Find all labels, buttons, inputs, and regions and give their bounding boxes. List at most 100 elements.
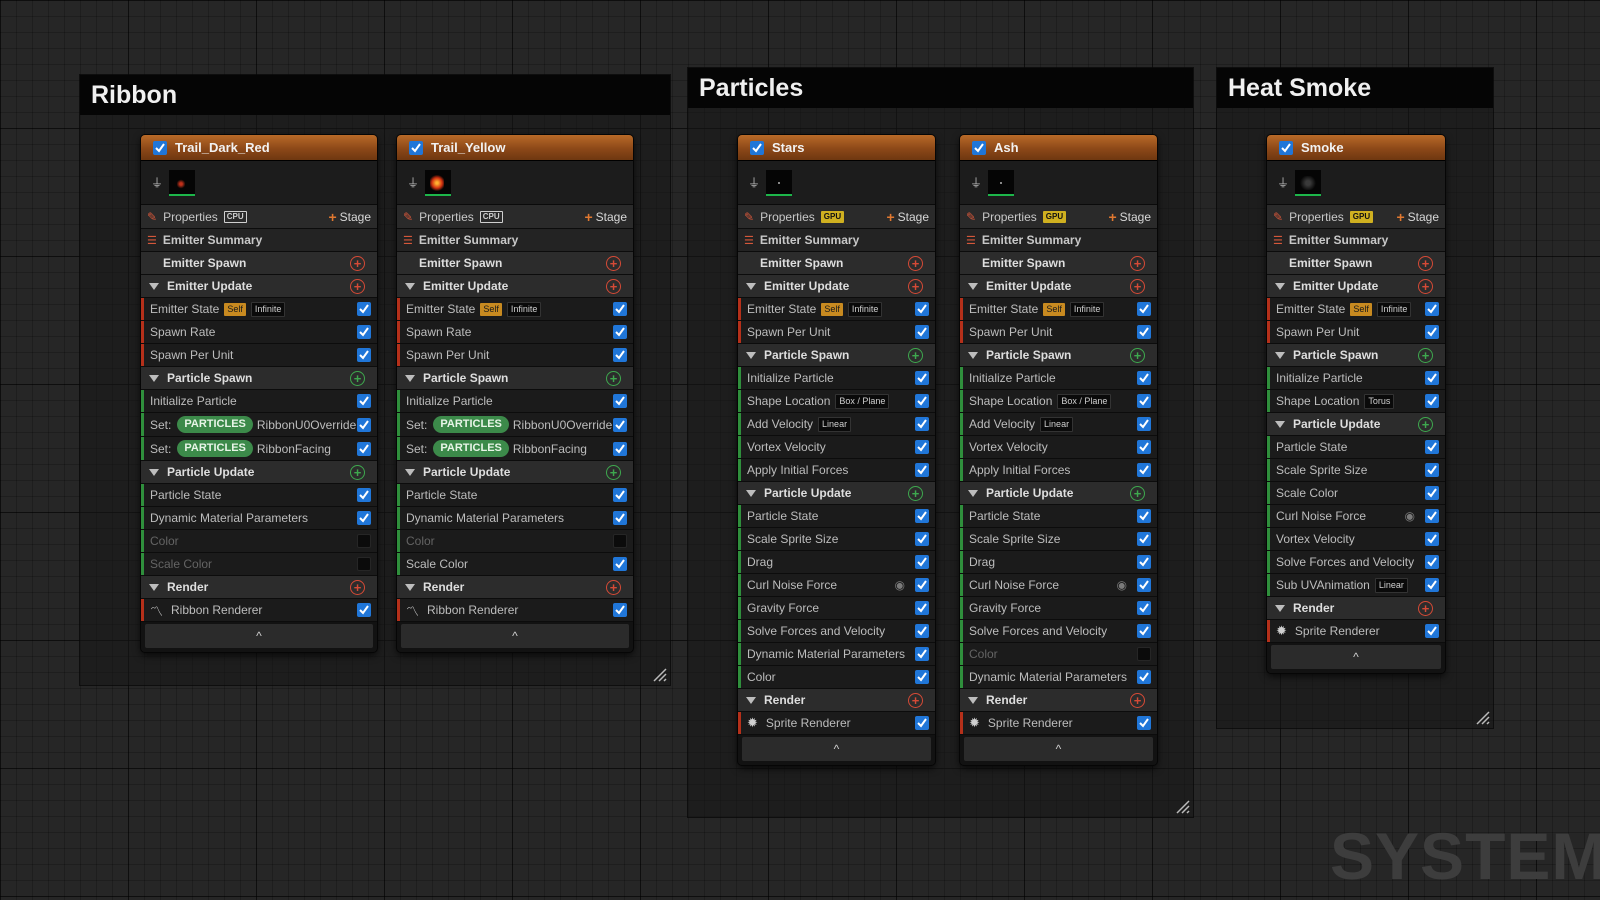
module-row[interactable]: Color [397, 530, 633, 553]
module-row[interactable]: Particle State [960, 505, 1157, 528]
module-checkbox[interactable] [357, 511, 371, 525]
module-checkbox[interactable] [1137, 463, 1151, 477]
module-checkbox[interactable] [1137, 440, 1151, 454]
set-parameter-row[interactable]: Set: PARTICLES RibbonFacing [141, 437, 377, 461]
enable-checkbox[interactable] [409, 140, 423, 155]
pin-icon[interactable]: ⏚ [407, 174, 421, 191]
enable-checkbox[interactable] [1279, 140, 1293, 155]
module-row[interactable]: Drag [738, 551, 935, 574]
module-row[interactable]: Vortex Velocity [960, 436, 1157, 459]
module-row[interactable]: Dynamic Material Parameters [397, 507, 633, 530]
expand-icon[interactable] [149, 468, 159, 476]
particle-spawn-section[interactable]: Particle Spawn + [397, 367, 633, 390]
module-checkbox[interactable] [357, 603, 371, 617]
emitter-update-section[interactable]: Emitter Update + [397, 275, 633, 298]
module-checkbox[interactable] [1425, 463, 1439, 477]
module-checkbox[interactable] [357, 557, 371, 571]
module-checkbox[interactable] [915, 532, 929, 546]
expand-icon[interactable] [1275, 604, 1285, 612]
module-checkbox[interactable] [915, 670, 929, 684]
particle-update-section[interactable]: Particle Update + [141, 461, 377, 484]
emitter-header[interactable]: Smoke [1267, 135, 1445, 161]
add-module-button[interactable]: + [1418, 416, 1433, 432]
pin-icon[interactable]: ⏚ [1277, 174, 1291, 191]
properties-row[interactable]: ✎ Properties GPU + Stage [960, 205, 1157, 229]
expand-icon[interactable] [1275, 420, 1285, 428]
set-parameter-row[interactable]: Set: PARTICLES RibbonU0Override [397, 413, 633, 437]
module-checkbox[interactable] [613, 394, 627, 408]
module-row[interactable]: Initialize Particle [141, 390, 377, 413]
module-row[interactable]: Spawn Rate [141, 321, 377, 344]
module-checkbox[interactable] [915, 463, 929, 477]
module-checkbox[interactable] [357, 348, 371, 362]
module-row[interactable]: Dynamic Material Parameters [960, 666, 1157, 689]
module-checkbox[interactable] [1425, 302, 1439, 316]
expand-icon[interactable] [149, 374, 159, 382]
enable-checkbox[interactable] [750, 140, 764, 155]
module-row[interactable]: Gravity Force [960, 597, 1157, 620]
set-parameter-row[interactable]: Set: PARTICLES RibbonFacing [397, 437, 633, 461]
emitter-spawn-section[interactable]: Emitter Spawn + [960, 252, 1157, 275]
emitter-header[interactable]: Ash [960, 135, 1157, 161]
particle-update-section[interactable]: Particle Update + [738, 482, 935, 505]
renderer-row[interactable]: 〽 Ribbon Renderer [141, 599, 377, 622]
resize-handle[interactable] [651, 666, 667, 682]
module-row[interactable]: Solve Forces and Velocity [960, 620, 1157, 643]
module-row[interactable]: Curl Noise Force ◉ [1267, 505, 1445, 528]
add-renderer-button[interactable]: + [606, 579, 621, 595]
module-row[interactable]: Sub UVAnimation Linear [1267, 574, 1445, 597]
render-section[interactable]: Render + [738, 689, 935, 712]
module-row[interactable]: Spawn Per Unit [738, 321, 935, 344]
expand-icon[interactable] [1275, 351, 1285, 359]
module-checkbox[interactable] [915, 578, 929, 592]
collapse-button[interactable]: ^ [742, 737, 931, 761]
module-row[interactable]: Emitter State Self Infinite [960, 298, 1157, 321]
module-checkbox[interactable] [1425, 555, 1439, 569]
expand-icon[interactable] [746, 351, 756, 359]
module-checkbox[interactable] [1137, 624, 1151, 638]
add-stage-button[interactable]: + Stage [886, 209, 929, 225]
expand-icon[interactable] [968, 489, 978, 497]
pin-icon[interactable]: ⏚ [748, 174, 762, 191]
expand-icon[interactable] [405, 468, 415, 476]
renderer-row[interactable]: ✹ Sprite Renderer [738, 712, 935, 735]
module-row[interactable]: Apply Initial Forces [738, 459, 935, 482]
module-row[interactable]: Particle State [1267, 436, 1445, 459]
module-row[interactable]: Spawn Per Unit [141, 344, 377, 367]
eye-icon[interactable]: ◉ [895, 578, 905, 592]
module-row[interactable]: Initialize Particle [1267, 367, 1445, 390]
module-checkbox[interactable] [613, 488, 627, 502]
module-row[interactable]: Solve Forces and Velocity [1267, 551, 1445, 574]
emitter-spawn-section[interactable]: Emitter Spawn + [397, 252, 633, 275]
properties-row[interactable]: ✎ Properties CPU + Stage [397, 205, 633, 229]
module-row[interactable]: Curl Noise Force ◉ [960, 574, 1157, 597]
emitter-summary-row[interactable]: ☰ Emitter Summary [397, 229, 633, 252]
render-section[interactable]: Render + [1267, 597, 1445, 620]
emitter-trail-yellow[interactable]: Trail_Yellow ⏚ ✎ Properties CPU + Stage ☰ Emi… [397, 135, 633, 652]
add-renderer-button[interactable]: + [1130, 692, 1145, 708]
module-checkbox[interactable] [1425, 440, 1439, 454]
module-checkbox[interactable] [613, 417, 627, 432]
add-module-button[interactable]: + [1418, 347, 1433, 363]
module-checkbox[interactable] [357, 325, 371, 339]
add-module-button[interactable]: + [606, 464, 621, 480]
add-module-button[interactable]: + [606, 278, 621, 294]
module-checkbox[interactable] [1137, 302, 1151, 316]
renderer-row[interactable]: 〽 Ribbon Renderer [397, 599, 633, 622]
add-module-button[interactable]: + [350, 278, 365, 294]
module-row[interactable]: Add Velocity Linear [738, 413, 935, 436]
module-checkbox[interactable] [915, 325, 929, 339]
render-section[interactable]: Render + [397, 576, 633, 599]
module-checkbox[interactable] [915, 440, 929, 454]
module-checkbox[interactable] [915, 394, 929, 408]
module-checkbox[interactable] [915, 716, 929, 730]
eye-icon[interactable]: ◉ [1117, 578, 1127, 592]
emitter-summary-row[interactable]: ☰ Emitter Summary [1267, 229, 1445, 252]
particle-update-section[interactable]: Particle Update + [1267, 413, 1445, 436]
module-checkbox[interactable] [1425, 486, 1439, 500]
module-row[interactable]: Emitter State Self Infinite [738, 298, 935, 321]
module-row[interactable]: Scale Sprite Size [960, 528, 1157, 551]
pin-icon[interactable]: ⏚ [970, 174, 984, 191]
module-checkbox[interactable] [915, 624, 929, 638]
emitter-header[interactable]: Stars [738, 135, 935, 161]
